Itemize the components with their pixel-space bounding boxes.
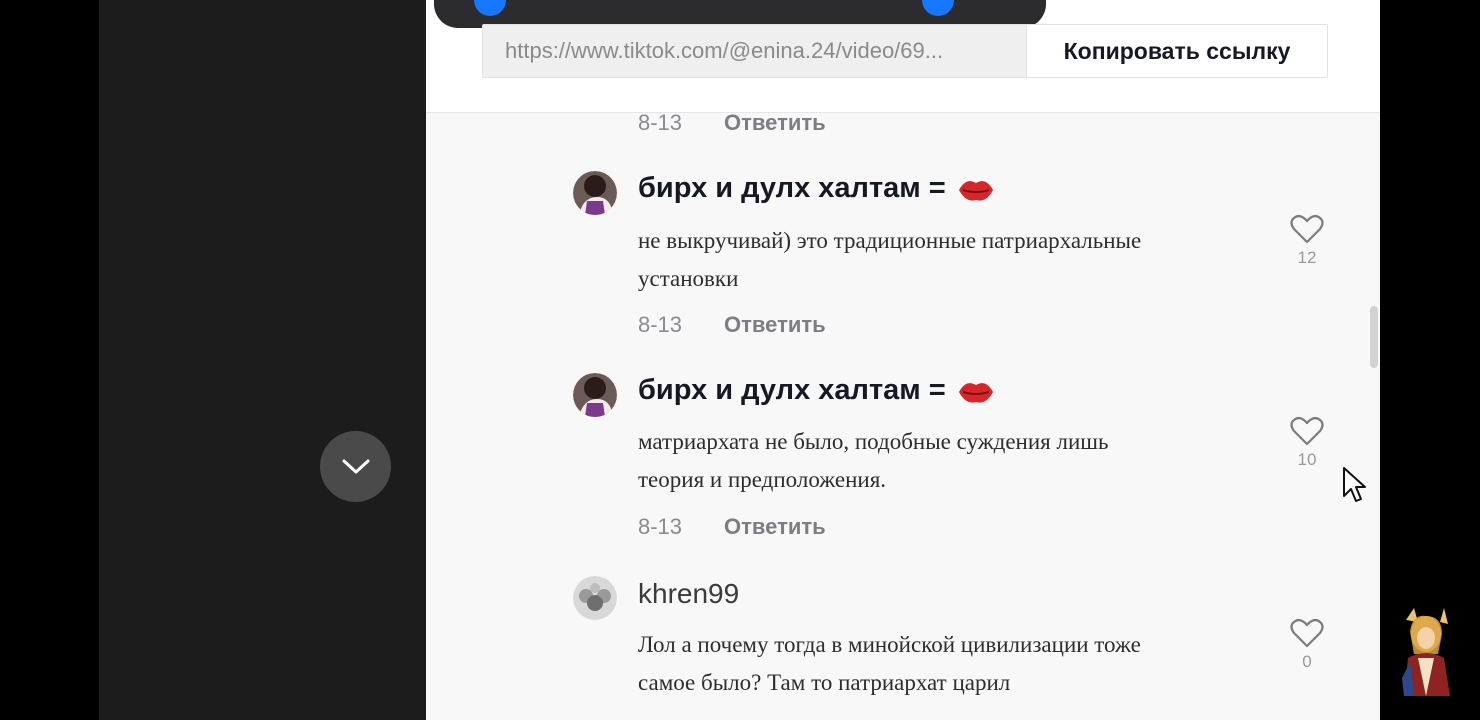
username-text: khren99 [638, 578, 740, 609]
comment-date: 8-13 [638, 110, 683, 135]
collapse-button[interactable] [320, 431, 391, 502]
comment-line: установки [638, 266, 739, 291]
comment-line: теория и предположения. [638, 467, 887, 492]
username-text: бирх и дулх халтам = [638, 374, 946, 406]
comment-meta: 8-13 Ответить [638, 110, 826, 136]
comments-panel: https://www.tiktok.com/@enina.24/video/6… [426, 0, 1380, 720]
comment-date: 8-13 [638, 514, 683, 539]
like-button[interactable]: 12 [1290, 214, 1324, 268]
reply-button[interactable]: Ответить [724, 514, 826, 540]
comment-text: Лол а почему тогда в минойской цивилизац… [638, 626, 1278, 702]
avatar[interactable] [573, 373, 617, 417]
comment-line: матриархата не было, подобные суждения л… [638, 429, 1109, 454]
heart-outline-icon [1290, 618, 1324, 648]
toolbar-handle-left[interactable] [474, 0, 506, 16]
like-count: 10 [1297, 450, 1317, 469]
like-button[interactable]: 0 [1290, 618, 1324, 672]
chevron-down-icon [342, 459, 369, 473]
like-button[interactable]: 10 [1290, 416, 1324, 470]
like-count: 0 [1302, 652, 1312, 671]
comment-meta: 8-13 Ответить [638, 312, 826, 338]
scrollbar-thumb[interactable] [1370, 306, 1378, 368]
comment-text: не выкручивай) это традиционные патриарх… [638, 222, 1278, 298]
toolbar-handle-right[interactable] [922, 0, 954, 16]
copy-link-button[interactable]: Копировать ссылку [1026, 24, 1328, 78]
like-count: 12 [1297, 248, 1317, 267]
comment-line: самое было? Там то патриархат царил [638, 670, 1011, 695]
share-bar: https://www.tiktok.com/@enina.24/video/6… [426, 0, 1380, 113]
video-panel [99, 0, 426, 720]
reply-button[interactable]: Ответить [724, 312, 826, 338]
mouse-pointer-icon [1343, 467, 1366, 502]
heart-outline-icon [1290, 214, 1324, 244]
avatar[interactable] [573, 576, 617, 620]
character-sticker [1402, 608, 1450, 696]
comment-meta: 8-13 Ответить [638, 514, 826, 540]
red-lips-emoji [958, 180, 993, 201]
share-url-field[interactable]: https://www.tiktok.com/@enina.24/video/6… [482, 24, 1026, 78]
comment-username[interactable]: бирх и дулх халтам = [638, 172, 996, 205]
red-lips-emoji [958, 382, 993, 403]
reply-button[interactable]: Ответить [724, 110, 826, 136]
heart-outline-icon [1290, 416, 1324, 446]
comment-username[interactable]: бирх и дулх халтам = [638, 374, 996, 407]
avatar[interactable] [573, 171, 617, 215]
comment-date: 8-13 [638, 312, 683, 337]
comment-line: Лол а почему тогда в минойской цивилизац… [638, 632, 1141, 657]
username-text: бирх и дулх халтам = [638, 172, 946, 204]
comment-username[interactable]: khren99 [638, 578, 739, 610]
comment-line: не выкручивай) это традиционные патриарх… [638, 228, 1142, 253]
comment-text: матриархата не было, подобные суждения л… [638, 423, 1278, 499]
